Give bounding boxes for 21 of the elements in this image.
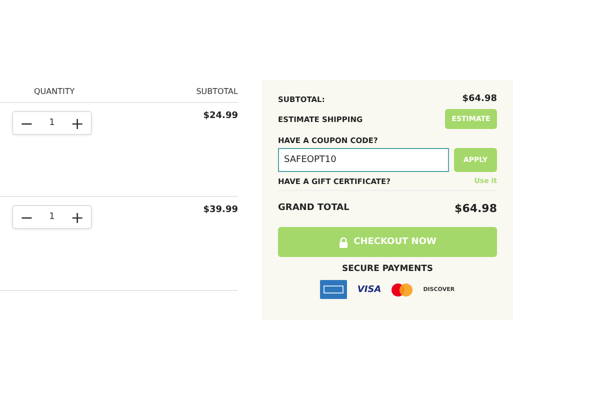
quantity-value: 1 [49, 118, 55, 128]
row-subtotal: $24.99 [203, 111, 238, 121]
increase-button[interactable]: + [68, 208, 86, 226]
column-header: QUANTITY [34, 86, 75, 96]
quantity-stepper[interactable]: − 1 + [12, 205, 92, 229]
decrease-button[interactable]: − [18, 114, 36, 132]
column-header: SUBTOTAL [196, 86, 238, 96]
increase-button[interactable]: + [68, 114, 86, 132]
total-value: $64.98 [454, 202, 497, 214]
quantity-stepper[interactable]: − 1 + [12, 111, 92, 135]
lock-icon [338, 236, 348, 248]
visa-logo: VISA [357, 284, 382, 294]
card-logo [391, 282, 414, 296]
secure-payments-label: SECURE PAYMENTS [340, 264, 434, 274]
subtotal-value: $64.98 [462, 94, 497, 104]
decrease-button[interactable]: − [18, 208, 36, 226]
quantity-value: 1 [49, 212, 55, 222]
row-subtotal: $39.99 [203, 205, 238, 215]
coupon-field[interactable]: SAFEOPT10 [278, 148, 449, 172]
total-label: GRAND TOTAL [278, 203, 350, 213]
card-logo [320, 280, 348, 299]
